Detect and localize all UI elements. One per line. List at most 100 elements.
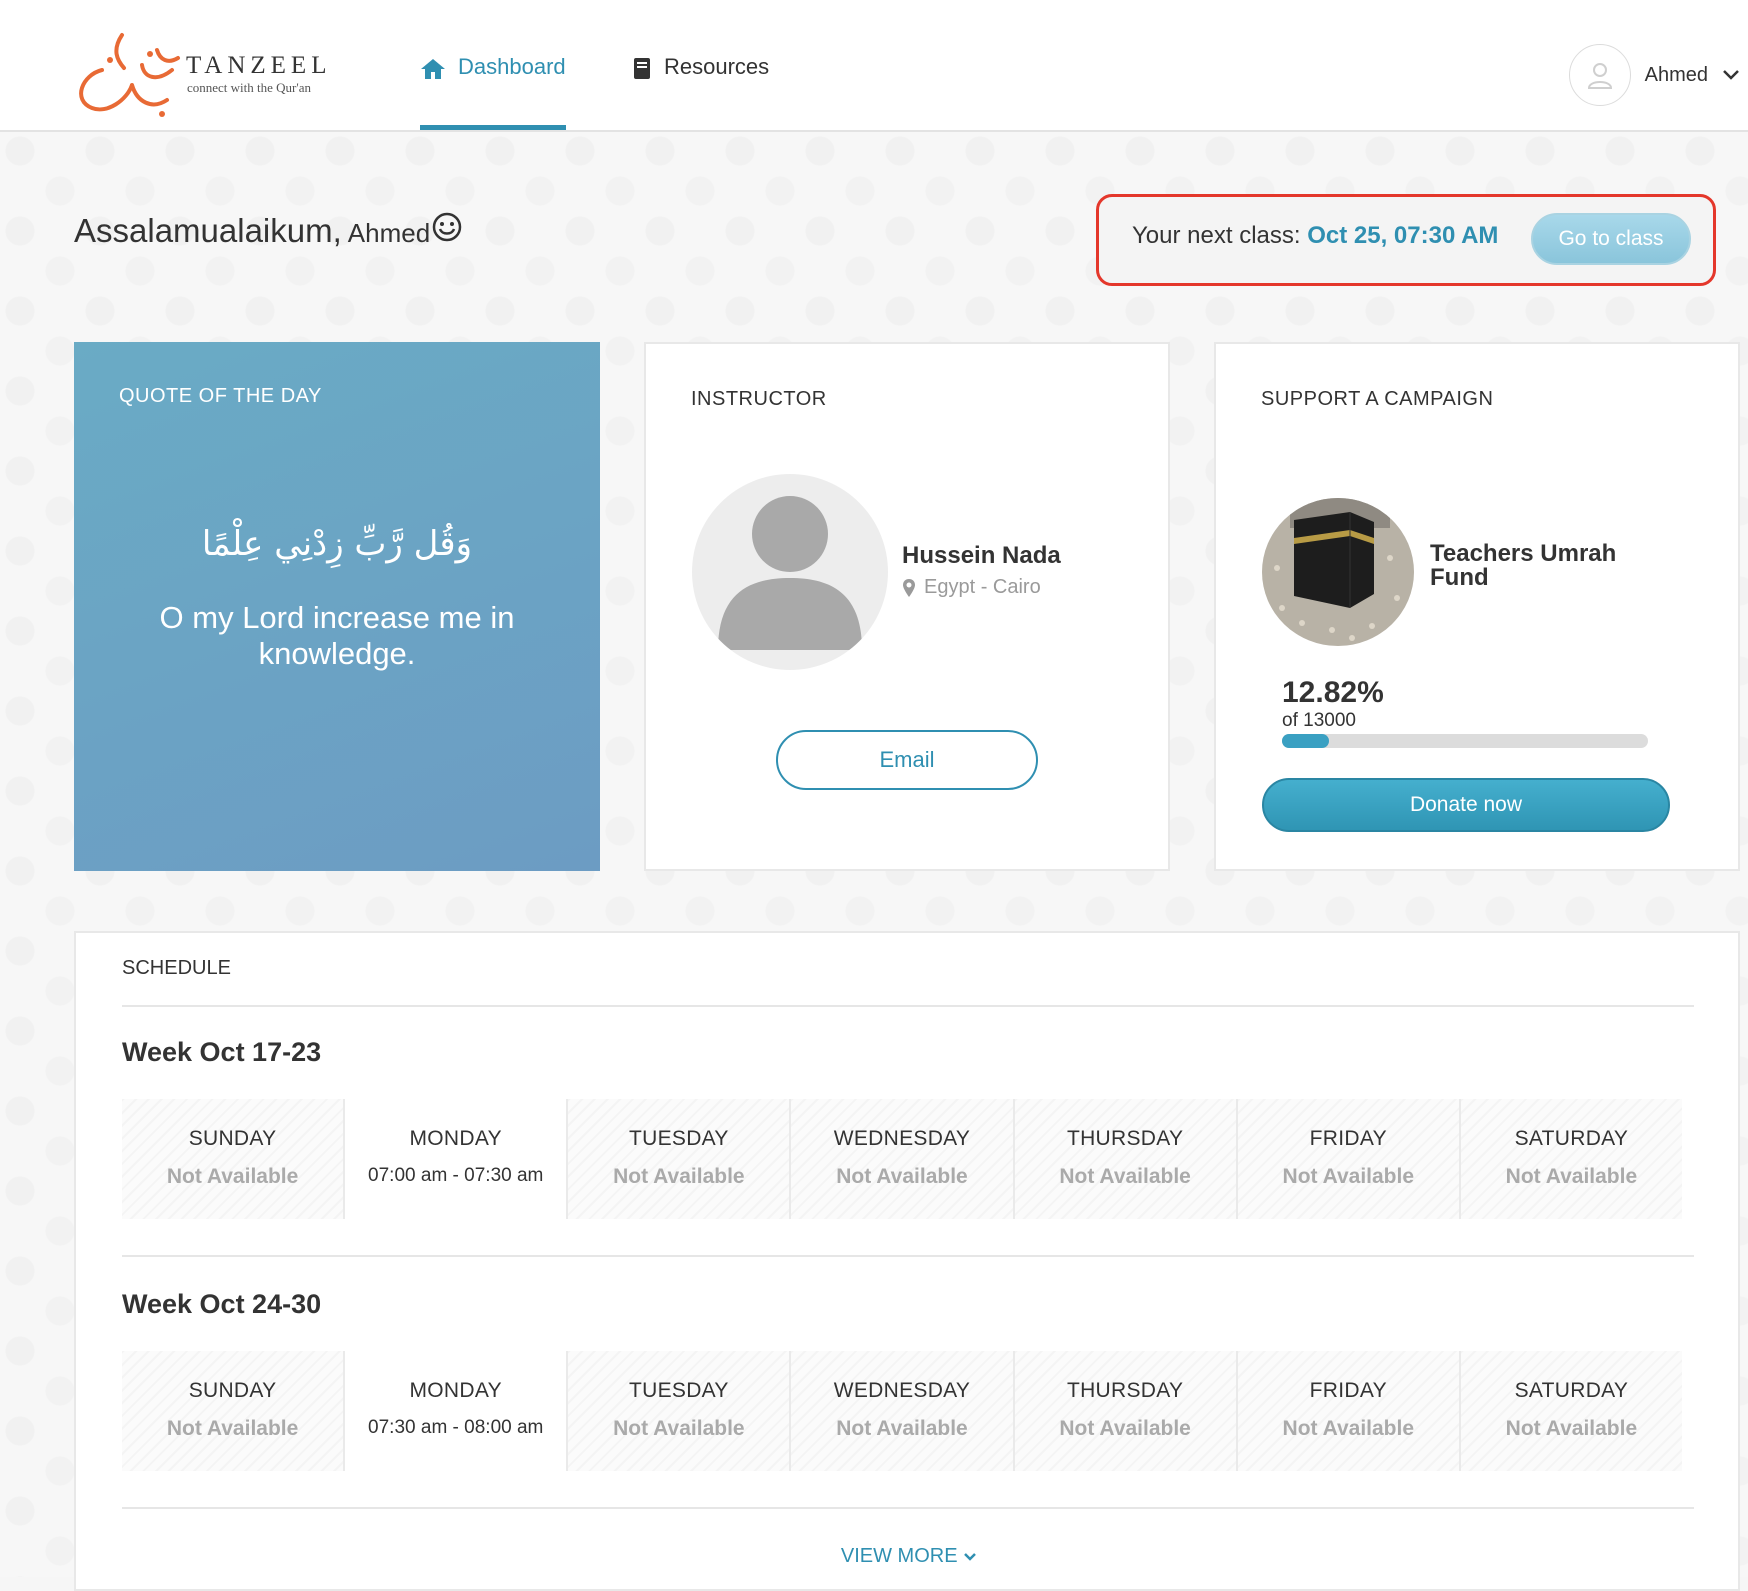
campaign-goal: of 13000 [1282,710,1356,731]
day-status: 07:30 am - 08:00 am [368,1417,544,1438]
day-sunday: SUNDAY Not Available [122,1099,346,1219]
next-class-banner: Your next class: Oct 25, 07:30 AM Go to … [1096,194,1716,286]
home-icon [421,59,445,79]
day-name: SATURDAY [1514,1127,1629,1150]
day-name: THURSDAY [1066,1379,1184,1402]
quote-arabic: وَقُل رَّبِّ زِدْنِي عِلْمًا [201,524,473,564]
instructor-location-text: Egypt - Cairo [924,576,1041,598]
day-status: Not Available [1282,1165,1415,1188]
week-days-row: SUNDAY Not Available MONDAY 07:00 am - 07:… [122,1099,1682,1219]
day-sunday: SUNDAY Not Available [122,1351,346,1471]
greeting-text: Assalamualaikum, [74,212,342,249]
go-to-class-button[interactable]: Go to class [1531,213,1691,265]
day-status: 07:00 am - 07:30 am [368,1165,544,1186]
divider [122,1507,1694,1509]
view-more-link[interactable]: VIEW MORE [76,1545,1742,1568]
week-days-row: SUNDAY Not Available MONDAY 07:30 am - 08:… [122,1351,1682,1471]
user-name: Ahmed [1644,63,1708,86]
day-name: TUESDAY [628,1379,729,1402]
day-name: THURSDAY [1066,1127,1184,1150]
day-name: SUNDAY [188,1127,277,1150]
day-status: Not Available [1282,1417,1415,1440]
instructor-title: INSTRUCTOR [691,388,827,410]
day-friday: FRIDAY Not Available [1237,1351,1461,1471]
day-status: Not Available [166,1165,299,1188]
brand-tagline: connect with the Qur'an [187,80,311,95]
kaaba-image [1262,498,1414,646]
view-more-label: VIEW MORE [840,1545,958,1567]
campaign-card: SUPPORT A CAMPAIGN Teachers Umrah Fund 1… [1214,342,1740,871]
book-icon [634,58,650,79]
nav-dashboard-label: Dashboard [458,54,566,79]
nav-resources[interactable]: Resources [632,54,769,130]
nav-dashboard[interactable]: Dashboard [420,54,566,130]
donate-now-button[interactable]: Donate now [1262,778,1670,832]
day-name: WEDNESDAY [833,1379,971,1402]
divider [122,1005,1694,1007]
schedule-panel: SCHEDULE Week Oct 17-23 SUNDAY Not Availa… [74,931,1740,1591]
campaign-progress-fill [1282,734,1329,748]
day-name: TUESDAY [628,1127,729,1150]
map-pin-icon [903,578,915,597]
week-title: Week Oct 24-30 [122,1289,322,1319]
chevron-down-icon [1723,70,1739,80]
divider [122,1255,1694,1257]
day-wednesday: WEDNESDAY Not Available [791,1351,1015,1471]
next-class-date: Oct 25, 07:30 AM [1307,222,1499,249]
day-thursday: THURSDAY Not Available [1014,1099,1238,1219]
day-monday[interactable]: MONDAY 07:00 am - 07:30 am [345,1099,569,1219]
instructor-card: INSTRUCTOR Hussein Nada Egypt - Cairo Em… [644,342,1170,871]
day-saturday: SATURDAY Not Available [1460,1099,1682,1219]
greeting-name: Ahmed [347,218,431,248]
day-tuesday: TUESDAY Not Available [568,1351,792,1471]
day-name: SUNDAY [188,1379,277,1402]
day-status: Not Available [836,1165,968,1188]
day-status: Not Available [1505,1165,1638,1188]
chevron-down-icon [964,1553,976,1561]
day-saturday: SATURDAY Not Available [1460,1351,1682,1471]
day-friday: FRIDAY Not Available [1237,1099,1461,1219]
instructor-avatar [692,474,888,670]
quote-title: QUOTE OF THE DAY [119,385,322,407]
day-tuesday: TUESDAY Not Available [568,1099,792,1219]
greeting: Assalamualaikum, Ahmed [74,212,462,250]
campaign-progress-bar [1282,734,1648,748]
day-name: FRIDAY [1309,1127,1387,1150]
instructor-name: Hussein Nada [902,542,1061,569]
day-name: MONDAY [409,1127,502,1150]
schedule-title: SCHEDULE [122,957,231,979]
day-name: FRIDAY [1309,1379,1387,1402]
day-status: Not Available [1059,1165,1191,1188]
user-avatar [1568,44,1631,106]
top-header: TANZEEL connect with the Qur'an Dashboar… [0,0,1748,132]
quote-english: O my Lord increase me in knowledge. [159,600,515,671]
brand-name: TANZEEL [186,52,332,79]
arabic-calligraphy-logo-icon [79,33,180,117]
day-monday[interactable]: MONDAY 07:30 am - 08:00 am [345,1351,569,1471]
campaign-name: Teachers Umrah Fund [1430,540,1617,591]
day-name: MONDAY [409,1379,502,1402]
instructor-location: Egypt - Cairo [902,576,1041,599]
smiley-icon [432,212,462,242]
day-status: Not Available [613,1165,745,1188]
week-title: Week Oct 17-23 [122,1037,322,1067]
day-wednesday: WEDNESDAY Not Available [791,1099,1015,1219]
campaign-percent: 12.82% [1282,676,1384,709]
next-class-label: Your next class: Oct 25, 07:30 AM [1132,222,1498,250]
day-status: Not Available [613,1417,745,1440]
campaign-title: SUPPORT A CAMPAIGN [1261,388,1494,410]
quote-card: QUOTE OF THE DAY وَقُل رَّبِّ زِدْنِي عِ… [74,342,600,871]
user-menu[interactable]: Ahmed [1568,42,1740,108]
email-button[interactable]: Email [776,730,1038,790]
day-name: WEDNESDAY [833,1127,971,1150]
next-class-text: Your next class: [1132,222,1301,249]
day-name: SATURDAY [1514,1379,1629,1402]
person-placeholder-icon [718,496,862,650]
day-status: Not Available [1505,1417,1638,1440]
user-icon [1587,63,1612,89]
day-thursday: THURSDAY Not Available [1014,1351,1238,1471]
day-status: Not Available [1059,1417,1191,1440]
kaaba-photo [1262,498,1414,646]
day-status: Not Available [836,1417,968,1440]
day-status: Not Available [166,1417,299,1440]
